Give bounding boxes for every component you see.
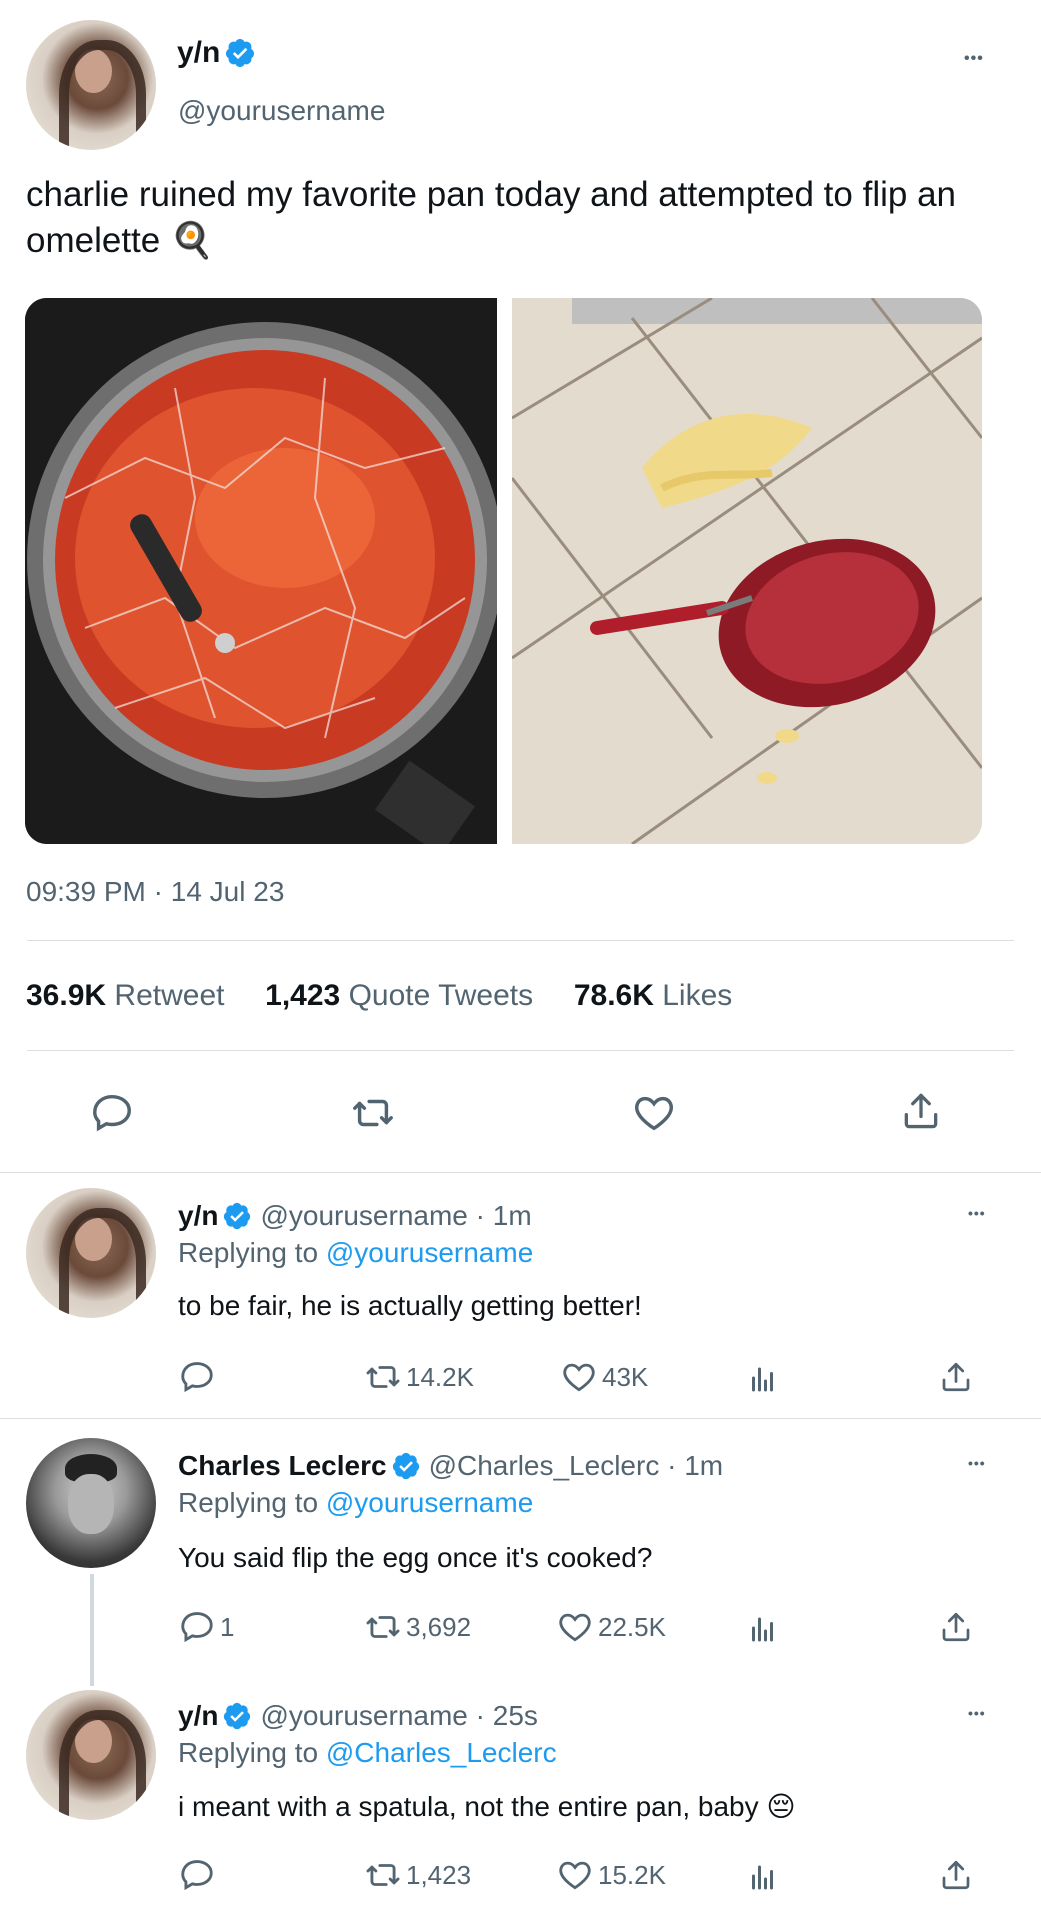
- replying-to-prefix: Replying to: [178, 1487, 319, 1518]
- divider: [0, 1418, 1041, 1419]
- reply-author-name[interactable]: y/n: [178, 1200, 218, 1232]
- replying-to: Replying to @yourusername: [178, 1487, 533, 1519]
- share-icon[interactable]: [938, 1358, 974, 1396]
- replying-to-link[interactable]: @yourusername: [326, 1237, 533, 1268]
- like-count: 43K: [602, 1361, 649, 1392]
- more-icon[interactable]: •••: [968, 1205, 986, 1221]
- quotes-label: Quote Tweets: [348, 979, 534, 1012]
- reply-text: to be fair, he is actually getting bette…: [178, 1290, 642, 1321]
- retweet-count: 3,692: [406, 1611, 472, 1642]
- divider: [27, 1050, 1014, 1051]
- tweet-text: charlie ruined my favorite pan today and…: [26, 172, 1006, 264]
- retweets-stat[interactable]: 36.9K Retweet: [26, 979, 233, 1012]
- reply-text: You said flip the egg once it's cooked?: [178, 1542, 653, 1573]
- retweets-label: Retweet: [114, 979, 225, 1012]
- retweet-icon: [366, 1864, 400, 1886]
- tweet-date-separator: ·: [153, 876, 163, 907]
- likes-count: 78.6K: [573, 979, 654, 1012]
- reply-handle-time[interactable]: @yourusername · 1m: [260, 1200, 531, 1232]
- retweet-action[interactable]: 1,423: [364, 1856, 471, 1894]
- views-icon[interactable]: [746, 1610, 782, 1646]
- quotes-stat[interactable]: 1,423 Quote Tweets: [265, 979, 541, 1012]
- verified-badge-icon: [392, 1452, 419, 1480]
- reply-icon: [181, 1362, 213, 1393]
- retweet-count: 14.2K: [406, 1361, 474, 1392]
- author-handle[interactable]: @yourusername: [178, 95, 385, 127]
- replying-to-prefix: Replying to: [178, 1237, 319, 1268]
- retweet-action[interactable]: 3,692: [364, 1608, 471, 1646]
- reply-avatar[interactable]: [26, 1438, 156, 1568]
- like-count: 15.2K: [598, 1859, 666, 1890]
- reply-author-name[interactable]: Charles Leclerc: [178, 1450, 387, 1482]
- retweet-icon: [366, 1366, 400, 1388]
- more-icon[interactable]: •••: [968, 1705, 986, 1721]
- tweet-photo-broken-pan[interactable]: [25, 298, 497, 844]
- tweet-timestamp[interactable]: 09:39 PM · 14 Jul 23: [26, 876, 284, 908]
- reply-action[interactable]: [178, 1856, 220, 1894]
- divider: [27, 940, 1014, 941]
- replying-to: Replying to @yourusername: [178, 1237, 533, 1269]
- reply-handle-time[interactable]: @yourusername · 25s: [260, 1700, 537, 1732]
- tweet-text-body: charlie ruined my favorite pan today and…: [26, 175, 956, 260]
- share-icon[interactable]: [899, 1088, 943, 1134]
- retweets-count: 36.9K: [26, 979, 107, 1012]
- replying-to-link[interactable]: @Charles_Leclerc: [326, 1737, 557, 1768]
- more-icon[interactable]: •••: [968, 1455, 986, 1471]
- thread-line: [90, 1574, 94, 1686]
- divider: [0, 1172, 1041, 1173]
- reply-author-name[interactable]: y/n: [178, 1700, 218, 1732]
- author-name[interactable]: y/n: [177, 36, 220, 70]
- like-action[interactable]: 43K: [560, 1358, 648, 1396]
- like-icon: [559, 1613, 591, 1642]
- verified-badge-icon: [226, 39, 255, 67]
- retweet-count: 1,423: [406, 1859, 472, 1890]
- reply-action[interactable]: 1: [178, 1608, 234, 1646]
- reply-avatar[interactable]: [26, 1188, 156, 1318]
- replying-to-prefix: Replying to: [178, 1737, 319, 1768]
- reply-text: i meant with a spatula, not the entire p…: [178, 1790, 796, 1823]
- tweet-stats: 36.9K Retweet 1,423 Quote Tweets 78.6K L…: [26, 979, 732, 1013]
- like-action[interactable]: 15.2K: [556, 1856, 666, 1894]
- reply-action[interactable]: [178, 1358, 220, 1396]
- tweet-date: 14 Jul 23: [170, 876, 285, 907]
- like-icon: [559, 1861, 591, 1890]
- replying-to-link[interactable]: @yourusername: [326, 1487, 533, 1518]
- tweet-photo-pan-on-floor[interactable]: [512, 298, 982, 844]
- reply-count: 1: [220, 1611, 235, 1642]
- reply-text-body: i meant with a spatula, not the entire p…: [178, 1791, 759, 1822]
- verified-badge-icon: [224, 1702, 251, 1730]
- tweet-time: 09:39 PM: [26, 876, 146, 907]
- reply-handle-time[interactable]: @Charles_Leclerc · 1m: [429, 1450, 724, 1482]
- like-icon[interactable]: [630, 1090, 678, 1136]
- reply-icon: [181, 1612, 213, 1643]
- reply-avatar[interactable]: [26, 1690, 156, 1820]
- reply-icon: [181, 1860, 213, 1891]
- more-icon[interactable]: •••: [964, 50, 984, 68]
- retweet-icon: [366, 1616, 400, 1638]
- like-action[interactable]: 22.5K: [556, 1608, 666, 1646]
- author-avatar[interactable]: [26, 20, 156, 150]
- views-icon[interactable]: [746, 1858, 782, 1894]
- retweet-action[interactable]: 14.2K: [364, 1358, 474, 1396]
- views-icon[interactable]: [746, 1360, 782, 1396]
- like-icon: [563, 1363, 595, 1392]
- likes-stat[interactable]: 78.6K Likes: [574, 979, 732, 1012]
- reply-icon[interactable]: [89, 1090, 135, 1136]
- share-icon[interactable]: [938, 1608, 974, 1646]
- cooking-emoji-icon: 🍳: [169, 221, 214, 260]
- like-count: 22.5K: [598, 1611, 666, 1642]
- replying-to: Replying to @Charles_Leclerc: [178, 1737, 557, 1769]
- verified-badge-icon: [224, 1202, 251, 1230]
- retweet-icon[interactable]: [350, 1090, 396, 1136]
- likes-label: Likes: [662, 979, 733, 1012]
- quotes-count: 1,423: [265, 979, 341, 1012]
- pensive-emoji-icon: 😔: [766, 1791, 796, 1822]
- share-icon[interactable]: [938, 1856, 974, 1894]
